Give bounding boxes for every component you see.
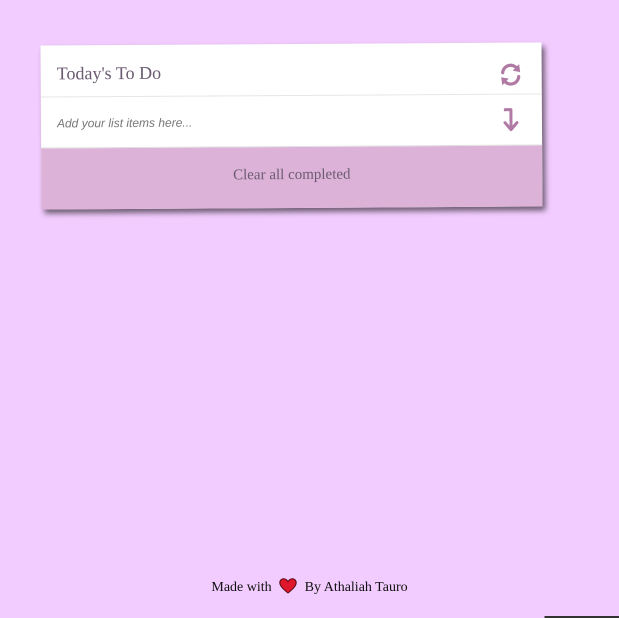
todo-title: Today's To Do xyxy=(56,62,162,84)
footer-author: By Athaliah Tauro xyxy=(304,580,408,595)
clear-completed-label: Clear all completed xyxy=(233,166,351,184)
add-item-row xyxy=(40,94,543,149)
footer-prefix: Made with xyxy=(211,580,272,595)
refresh-button[interactable] xyxy=(498,62,524,88)
arrow-down-turn-icon xyxy=(503,108,519,132)
clear-completed-button[interactable]: Clear all completed xyxy=(41,145,543,210)
refresh-icon xyxy=(501,63,521,86)
todo-header: Today's To Do xyxy=(40,42,542,98)
footer: Made with By Athaliah Tauro xyxy=(0,578,619,599)
list-item-input[interactable] xyxy=(56,108,458,136)
heart-icon xyxy=(279,578,297,599)
add-item-button[interactable] xyxy=(500,107,522,135)
todo-card: Today's To Do Clear all completed xyxy=(40,42,543,210)
